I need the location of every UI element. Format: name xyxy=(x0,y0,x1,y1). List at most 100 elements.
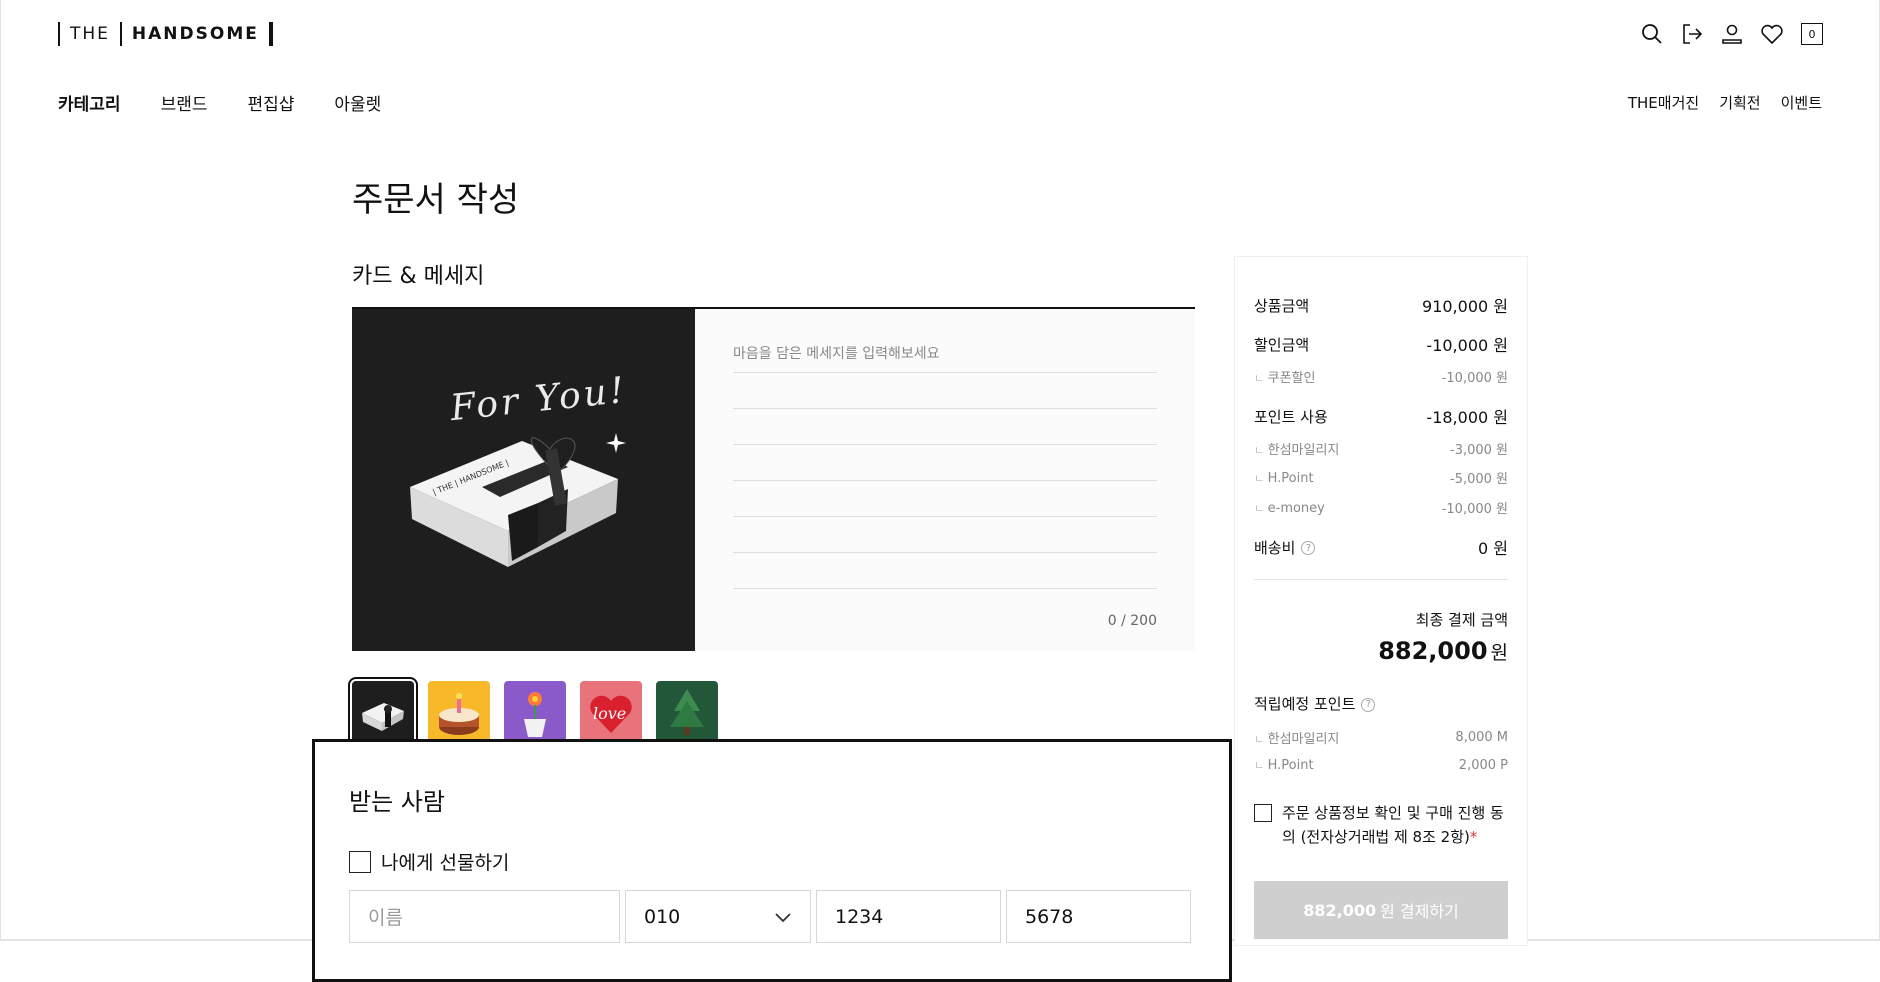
summary-divider xyxy=(1254,579,1508,580)
self-gift-checkbox[interactable] xyxy=(349,850,371,873)
coupon-label: 쿠폰할인 xyxy=(1254,367,1316,386)
user-icon[interactable] xyxy=(1720,22,1744,46)
phone-middle-input[interactable]: 1234 xyxy=(816,890,1001,943)
nav-select-shop[interactable]: 편집샵 xyxy=(247,90,294,115)
phone-last-input[interactable]: 5678 xyxy=(1006,890,1191,943)
phone-prefix-value: 010 xyxy=(644,905,681,928)
self-gift-label: 나에게 선물하기 xyxy=(381,852,510,874)
summary-points-row: 포인트 사용 -18,000 원 xyxy=(1254,404,1508,428)
earn-hansum-row: 한섬마일리지 8,000 M xyxy=(1254,728,1508,747)
summary-coupon-row: 쿠폰할인 -10,000 원 xyxy=(1254,367,1508,386)
final-amount-value: 882,000 xyxy=(1378,637,1488,665)
nav-brand[interactable]: 브랜드 xyxy=(161,90,208,115)
summary-product-row: 상품금액 910,000 원 xyxy=(1254,293,1508,317)
order-summary: 상품금액 910,000 원 할인금액 -10,000 원 쿠폰할인 -10,0… xyxy=(1234,256,1528,946)
earn-hansum-label: 한섬마일리지 xyxy=(1254,728,1340,747)
earn-hpoint-row: H.Point 2,000 P xyxy=(1254,757,1508,774)
cart-icon[interactable]: 0 xyxy=(1800,22,1824,46)
discount-label: 할인금액 xyxy=(1254,335,1310,354)
card-thumbnails: love xyxy=(348,677,718,747)
nav-category[interactable]: 카테고리 xyxy=(58,90,121,115)
search-icon[interactable] xyxy=(1640,22,1664,46)
thumb-flower-pot[interactable] xyxy=(504,681,566,743)
required-mark: * xyxy=(1469,828,1478,846)
earn-points-label-text: 적립예정 포인트 xyxy=(1254,695,1356,713)
nav-exhibition[interactable]: 기획전 xyxy=(1719,92,1760,113)
self-gift-option[interactable]: 나에게 선물하기 xyxy=(349,848,509,875)
message-line xyxy=(733,373,1157,409)
emoney-label: e-money xyxy=(1254,500,1325,516)
main-nav: 카테고리 브랜드 편집샵 아울렛 xyxy=(58,90,381,115)
pay-amount: 882,000 xyxy=(1303,900,1377,920)
agreement-checkbox[interactable] xyxy=(1254,804,1272,822)
shipping-value: 0 원 xyxy=(1478,539,1508,558)
thumb-gift-box[interactable] xyxy=(348,677,418,747)
points-value: -18,000 원 xyxy=(1426,408,1508,427)
svg-text:love: love xyxy=(593,704,626,723)
summary-shipping-row: 배송비? 0 원 xyxy=(1254,535,1508,559)
nav-event[interactable]: 이벤트 xyxy=(1781,92,1822,113)
hansum-mileage-label: 한섬마일리지 xyxy=(1254,439,1340,458)
earn-hpoint-value: 2,000 P xyxy=(1458,757,1508,773)
final-amount-unit: 원 xyxy=(1490,642,1508,664)
logo[interactable]: THE HANDSOME xyxy=(58,21,273,47)
message-line xyxy=(733,409,1157,445)
cart-count: 0 xyxy=(1801,23,1823,45)
coupon-value: -10,000 원 xyxy=(1441,371,1508,386)
thumb-love-heart[interactable]: love xyxy=(580,681,642,743)
name-input[interactable]: 이름 xyxy=(349,890,620,943)
product-amount-value: 910,000 원 xyxy=(1422,297,1508,316)
message-line xyxy=(733,445,1157,481)
message-textarea[interactable]: 마음을 담은 메세지를 입력해보세요 0 / 200 xyxy=(695,309,1195,651)
card-message-area: For You! | THE | HANDSOME | 마음을 담은 메세지를 … xyxy=(352,307,1195,651)
pay-button[interactable]: 882,000 원 결제하기 xyxy=(1254,881,1508,939)
hansum-mileage-value: -3,000 원 xyxy=(1450,443,1508,458)
final-amount-label: 최종 결제 금액 xyxy=(1415,611,1508,629)
logo-bar xyxy=(268,22,273,46)
hpoint-value: -5,000 원 xyxy=(1450,472,1508,487)
card-preview-image: For You! | THE | HANDSOME | xyxy=(352,309,695,651)
earn-points-label: 적립예정 포인트? xyxy=(1254,693,1376,714)
help-icon[interactable]: ? xyxy=(1301,541,1316,555)
logo-bar xyxy=(58,22,60,46)
recipient-fields: 이름 010 1234 5678 xyxy=(349,890,1191,943)
hpoint-label: H.Point xyxy=(1254,470,1314,486)
char-count: 0 / 200 xyxy=(1107,613,1157,629)
gift-box-illustration: | THE | HANDSOME | xyxy=(410,433,626,567)
heart-icon[interactable] xyxy=(1760,22,1784,46)
nav-magazine[interactable]: THE매거진 xyxy=(1628,92,1699,113)
phone-prefix-select[interactable]: 010 xyxy=(625,890,811,943)
purchase-agreement[interactable]: 주문 상품정보 확인 및 구매 진행 동의 (전자상거래법 제 8조 2항)* xyxy=(1254,801,1517,849)
earn-points-row: 적립예정 포인트? xyxy=(1254,693,1508,714)
earn-hansum-value: 8,000 M xyxy=(1455,730,1508,745)
logo-the: THE xyxy=(70,24,110,44)
thumb-christmas-tree[interactable] xyxy=(656,681,718,743)
thumb-birthday-cake[interactable] xyxy=(428,681,490,743)
final-amount: 882,000 원 xyxy=(1378,637,1508,665)
message-line xyxy=(733,553,1157,589)
summary-hpoint-row: H.Point -5,000 원 xyxy=(1254,468,1508,488)
recipient-title: 받는 사람 xyxy=(349,788,445,816)
product-amount-label: 상품금액 xyxy=(1254,296,1310,315)
nav-outlet[interactable]: 아울렛 xyxy=(334,90,381,115)
message-placeholder: 마음을 담은 메세지를 입력해보세요 xyxy=(733,337,1157,373)
emoney-value: -10,000 원 xyxy=(1441,502,1508,517)
header-icons: 0 xyxy=(1640,22,1824,46)
message-line xyxy=(733,517,1157,553)
logout-icon[interactable] xyxy=(1680,22,1704,46)
chevron-down-icon xyxy=(774,906,792,928)
pay-label: 원 결제하기 xyxy=(1380,902,1459,921)
earn-hpoint-label: H.Point xyxy=(1254,757,1314,773)
shipping-label: 배송비? xyxy=(1254,537,1316,558)
discount-value: -10,000 원 xyxy=(1426,336,1508,355)
page-title: 주문서 작성 xyxy=(352,180,520,220)
recipient-section: 받는 사람 나에게 선물하기 이름 010 1234 5678 xyxy=(312,739,1232,982)
card-section-title: 카드 & 메세지 xyxy=(352,264,485,289)
help-icon[interactable]: ? xyxy=(1361,697,1376,712)
summary-hansum-row: 한섬마일리지 -3,000 원 xyxy=(1254,439,1508,458)
shipping-label-text: 배송비 xyxy=(1254,538,1296,557)
logo-bar xyxy=(119,22,122,46)
message-line xyxy=(733,481,1157,517)
logo-handsome: HANDSOME xyxy=(131,24,259,44)
summary-emoney-row: e-money -10,000 원 xyxy=(1254,498,1508,518)
